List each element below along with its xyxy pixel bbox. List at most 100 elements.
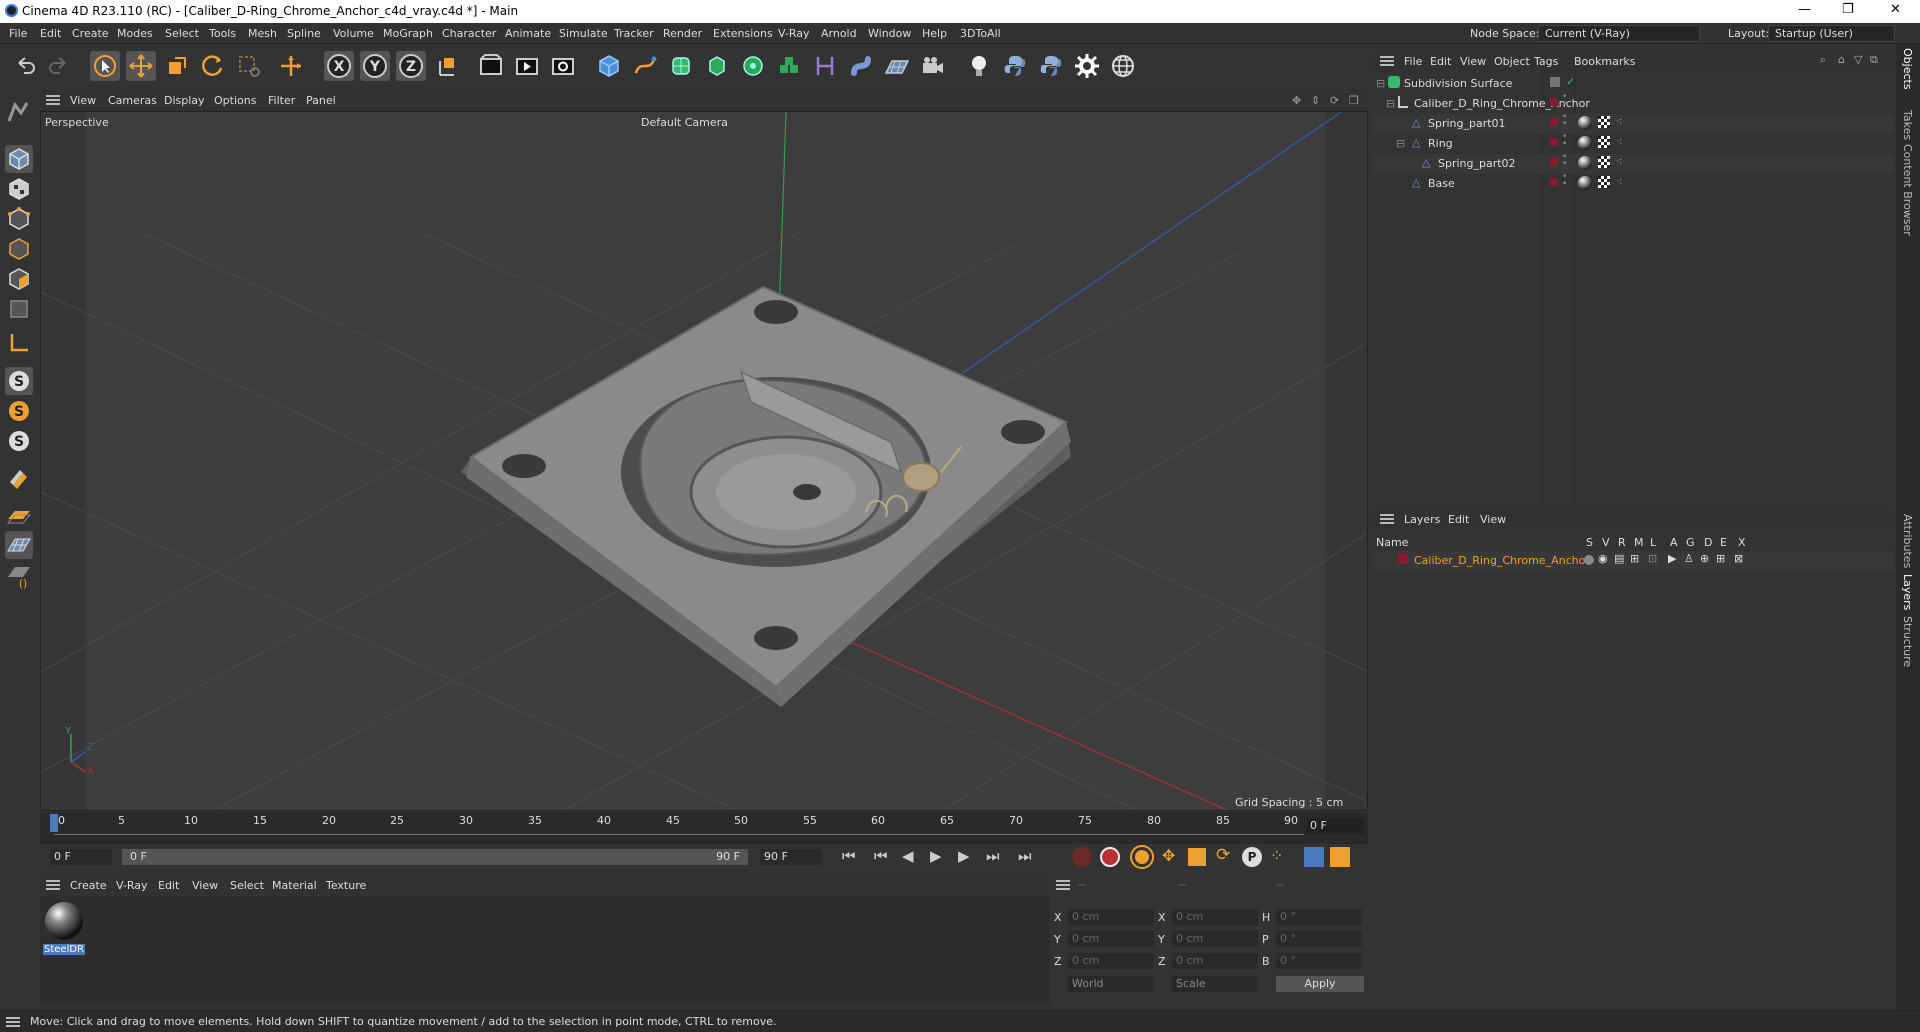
layer-visible-eye-icon[interactable]: ◉ bbox=[1598, 552, 1608, 565]
frame-range-slider[interactable]: 0 F 90 F bbox=[122, 849, 748, 865]
vray-tag-icon[interactable]: ⁖ bbox=[1616, 115, 1622, 128]
coords-menu-icon[interactable] bbox=[1056, 880, 1070, 890]
material-tag-icon[interactable] bbox=[1578, 136, 1592, 150]
make-editable-button[interactable] bbox=[5, 97, 33, 125]
size-mode-dropdown[interactable]: Scale bbox=[1172, 976, 1258, 992]
tab-structure[interactable]: Structure bbox=[1901, 616, 1914, 667]
layer-lock-icon[interactable]: ⊡ bbox=[1648, 552, 1657, 565]
visibility-dots-icon[interactable]: • • bbox=[1562, 133, 1567, 149]
object-name[interactable]: Spring_part01 bbox=[1428, 117, 1506, 130]
tree-collapse-icon[interactable]: ⊟ bbox=[1376, 77, 1385, 90]
texture-mode-button[interactable] bbox=[5, 175, 33, 203]
tab-objects[interactable]: Objects bbox=[1901, 48, 1914, 90]
object-menu-view[interactable]: View bbox=[1460, 55, 1486, 68]
keyframe-selection-icon[interactable] bbox=[1132, 847, 1152, 867]
field-button[interactable] bbox=[846, 51, 876, 81]
model-mode-button[interactable] bbox=[5, 145, 33, 173]
magnet-tool-button[interactable] bbox=[5, 465, 33, 493]
object-new-window-icon[interactable]: ⧉ bbox=[1870, 53, 1878, 67]
python-script-button[interactable] bbox=[1000, 51, 1030, 81]
viewport-menu-panel[interactable]: Panel bbox=[306, 94, 336, 107]
object-menu-edit[interactable]: Edit bbox=[1430, 55, 1451, 68]
grid-workplane-button[interactable] bbox=[5, 531, 33, 559]
3d-viewport[interactable]: Perspective Default Camera Grid Spacing … bbox=[40, 111, 1368, 811]
layer-animation-icon[interactable]: ▶ bbox=[1668, 552, 1676, 565]
z-axis-lock-button[interactable]: Z bbox=[396, 51, 426, 81]
menu-window[interactable]: Window bbox=[868, 27, 911, 40]
viewport-menu-display[interactable]: Display bbox=[164, 94, 205, 107]
floor-button[interactable] bbox=[882, 51, 912, 81]
viewport-menu-options[interactable]: Options bbox=[214, 94, 256, 107]
render-region-button[interactable] bbox=[476, 51, 506, 81]
menu-mesh[interactable]: Mesh bbox=[248, 27, 277, 40]
apply-button[interactable]: Apply bbox=[1276, 976, 1364, 992]
menu-simulate[interactable]: Simulate bbox=[559, 27, 608, 40]
coordinate-system-button[interactable] bbox=[432, 51, 462, 81]
layer-menu-icon[interactable] bbox=[1380, 514, 1394, 524]
record-keys-icon[interactable] bbox=[1072, 847, 1092, 867]
visibility-dots-icon[interactable]: • • bbox=[1562, 93, 1567, 109]
material-tag-icon[interactable] bbox=[1578, 176, 1592, 190]
texture-tag-icon[interactable] bbox=[1598, 176, 1610, 188]
layer-expression-icon[interactable]: ⊞ bbox=[1716, 552, 1725, 565]
layer-menu-edit[interactable]: Edit bbox=[1448, 513, 1469, 526]
globe-button[interactable] bbox=[1108, 51, 1138, 81]
tab-content-browser[interactable]: Content Browser bbox=[1901, 144, 1914, 236]
menu-arnold[interactable]: Arnold bbox=[821, 27, 857, 40]
editor-visibility-toggle[interactable] bbox=[1550, 77, 1560, 87]
layer-manager-icon[interactable]: ⊞ bbox=[1630, 552, 1639, 565]
tab-attributes[interactable]: Attributes bbox=[1901, 514, 1914, 568]
layer-menu-layers[interactable]: Layers bbox=[1404, 513, 1440, 526]
object-search-icon[interactable]: ⌕ bbox=[1820, 53, 1826, 67]
visibility-dots-icon[interactable]: • • bbox=[1562, 113, 1567, 129]
move-tool-button[interactable] bbox=[126, 51, 156, 81]
size-y-field[interactable]: 0 cm bbox=[1172, 931, 1258, 947]
status-menu-icon[interactable] bbox=[6, 1017, 20, 1027]
viewport-camera-name[interactable]: Default Camera bbox=[641, 116, 728, 129]
layer-deformer-icon[interactable]: ⊕ bbox=[1700, 552, 1709, 565]
layer-xref-icon[interactable]: ⊠ bbox=[1734, 552, 1743, 565]
extrude-generator-button[interactable] bbox=[702, 51, 732, 81]
go-to-end-icon[interactable]: ⏭ bbox=[1018, 847, 1032, 865]
rotation-p-field[interactable]: 0 ° bbox=[1276, 931, 1362, 947]
object-row-subdivision-surface[interactable]: ⊟ Subdivision Surface ✓ bbox=[1372, 74, 1894, 94]
texture-tag-icon[interactable] bbox=[1598, 136, 1610, 148]
object-row-ring[interactable]: ⊟ △ Ring • • ⁖ bbox=[1372, 133, 1894, 154]
layout-dropdown[interactable]: Startup (User) bbox=[1768, 25, 1895, 42]
menu-spline[interactable]: Spline bbox=[287, 27, 321, 40]
axis-mode-button[interactable] bbox=[5, 329, 33, 357]
object-menu-icon[interactable] bbox=[1380, 56, 1394, 66]
playhead[interactable] bbox=[50, 814, 58, 832]
play-icon[interactable]: ▶ bbox=[930, 847, 942, 865]
tab-takes[interactable]: Takes bbox=[1901, 110, 1914, 140]
vray-tag-icon[interactable]: ⁖ bbox=[1616, 135, 1622, 148]
live-selection-button[interactable] bbox=[234, 51, 264, 81]
menu-help[interactable]: Help bbox=[922, 27, 947, 40]
tree-collapse-icon[interactable]: ⊟ bbox=[1396, 137, 1405, 150]
next-key-icon[interactable]: ⏭ bbox=[986, 847, 1000, 865]
mograph-cloner-button[interactable] bbox=[774, 51, 804, 81]
size-z-field[interactable]: 0 cm bbox=[1172, 953, 1258, 969]
current-frame-field[interactable]: 0 F bbox=[1306, 818, 1364, 834]
material-menu-create[interactable]: Create bbox=[70, 879, 107, 892]
viewport-menu-icon[interactable] bbox=[46, 95, 60, 105]
transform-tool-button[interactable] bbox=[276, 51, 306, 81]
snap-button[interactable]: S bbox=[5, 367, 33, 395]
menu-create[interactable]: Create bbox=[72, 27, 109, 40]
timeline-mode-icon[interactable] bbox=[1304, 847, 1324, 867]
material-menu-select[interactable]: Select bbox=[230, 879, 264, 892]
rotate-tool-button[interactable] bbox=[198, 51, 228, 81]
menu-animate[interactable]: Animate bbox=[505, 27, 551, 40]
viewport-menu-view[interactable]: View bbox=[70, 94, 96, 107]
tab-layers[interactable]: Layers bbox=[1901, 574, 1914, 610]
rotation-h-field[interactable]: 0 ° bbox=[1276, 909, 1362, 925]
vray-settings-button[interactable] bbox=[1072, 51, 1102, 81]
object-row-spring-part02[interactable]: △ Spring_part02 • • ⁖ bbox=[1372, 153, 1894, 174]
layer-row[interactable]: Caliber_D_Ring_Chrome_Anchor ◉ ▤ ⊞ ⊡ ▶ ♙… bbox=[1372, 551, 1894, 571]
visibility-dots-icon[interactable]: • • bbox=[1562, 173, 1567, 189]
polygons-mode-button[interactable] bbox=[5, 265, 33, 293]
x-axis-lock-button[interactable]: X bbox=[324, 51, 354, 81]
tree-collapse-icon[interactable]: ⊟ bbox=[1386, 97, 1395, 110]
material-tag-icon[interactable] bbox=[1578, 116, 1592, 130]
key-rotation-icon[interactable]: ⟳ bbox=[1216, 845, 1230, 865]
